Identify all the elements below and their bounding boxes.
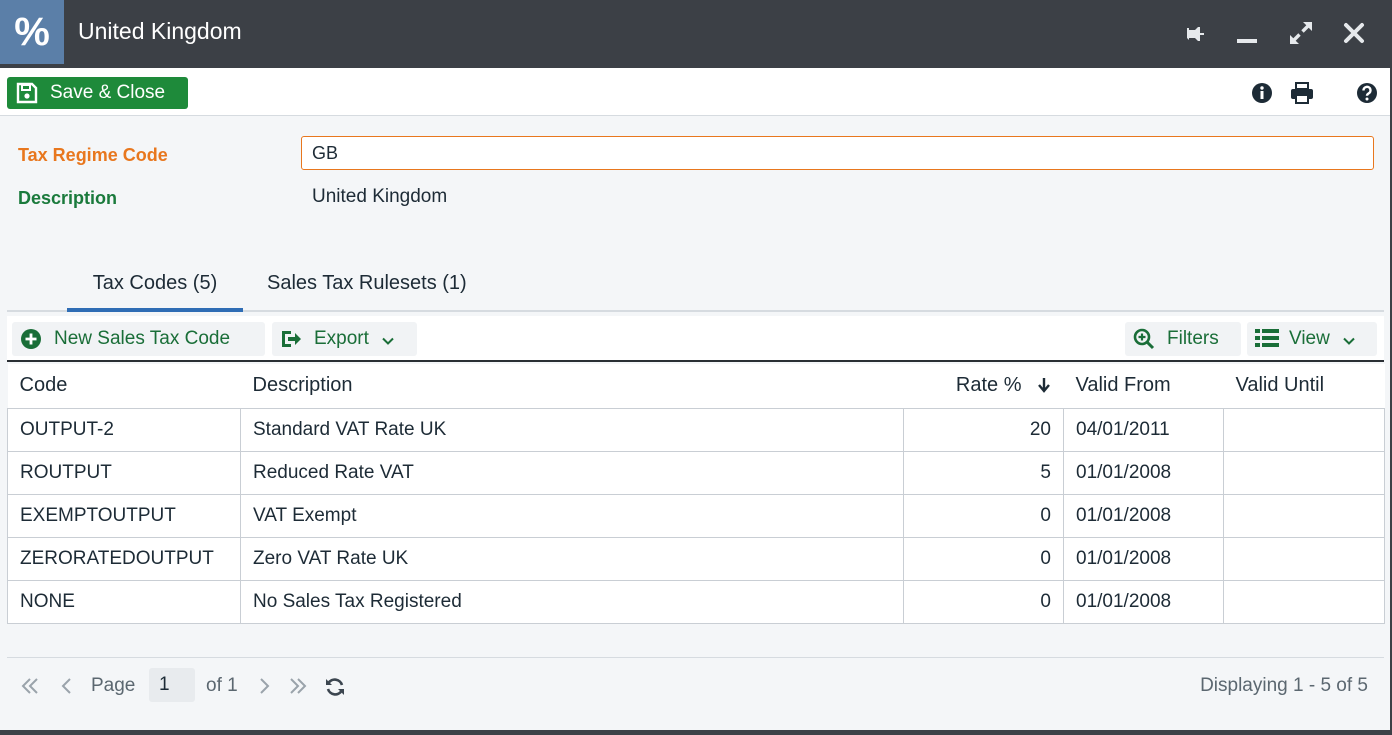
close-icon[interactable]	[1337, 16, 1371, 50]
cell-code: OUTPUT-2	[7, 407, 241, 452]
export-button[interactable]: Export	[272, 322, 417, 356]
table-row[interactable]: ROUTPUT Reduced Rate VAT 5 01/01/2008	[7, 450, 1385, 495]
dialog-body: Save & Close Tax Regime Code GB Descript…	[0, 68, 1390, 730]
cell-rate: 5	[903, 450, 1064, 495]
description-label: Description	[18, 188, 118, 208]
minimize-icon[interactable]	[1230, 16, 1264, 50]
table-row[interactable]: ZERORATEDOUTPUT Zero VAT Rate UK 0 01/01…	[7, 536, 1385, 581]
page-number-input[interactable]: 1	[149, 668, 195, 702]
cell-valid-until	[1223, 450, 1385, 495]
table-row[interactable]: EXEMPTOUTPUT VAT Exempt 0 01/01/2008	[7, 493, 1385, 538]
print-icon[interactable]	[1287, 78, 1317, 108]
cell-valid-from: 01/01/2008	[1063, 450, 1224, 495]
previous-page-icon[interactable]	[57, 676, 77, 696]
column-header-valid-from[interactable]: Valid From	[1063, 364, 1224, 409]
cell-code: EXEMPTOUTPUT	[7, 493, 241, 538]
cell-valid-until	[1223, 493, 1385, 538]
page-count-label: of 1	[206, 675, 238, 696]
cell-code: ROUTPUT	[7, 450, 241, 495]
save-icon	[16, 82, 38, 104]
title-bar: % United Kingdom	[0, 0, 1392, 68]
new-sales-tax-code-label: New Sales Tax Code	[54, 328, 231, 349]
window-title: United Kingdom	[78, 18, 242, 44]
cell-code: NONE	[7, 579, 241, 624]
cell-valid-from: 04/01/2011	[1063, 407, 1224, 452]
filters-button[interactable]: Filters	[1125, 322, 1241, 356]
pagination-bar: Page 1 of 1 Displaying 1 - 5 of 5	[7, 657, 1384, 712]
percent-icon: %	[0, 0, 64, 64]
view-label: View	[1289, 328, 1330, 349]
refresh-icon[interactable]	[324, 676, 344, 696]
cell-rate: 20	[903, 407, 1064, 452]
next-page-icon[interactable]	[254, 676, 274, 696]
export-label: Export	[314, 328, 369, 349]
column-header-code[interactable]: Code	[7, 364, 241, 409]
top-toolbar: Save & Close	[0, 68, 1390, 116]
cell-description: VAT Exempt	[240, 493, 904, 538]
page-label: Page	[91, 675, 136, 696]
tax-regime-code-label: Tax Regime Code	[18, 145, 168, 165]
grid-toolbar: New Sales Tax Code Export Filters View	[7, 316, 1384, 362]
help-icon[interactable]	[1352, 78, 1382, 108]
save-close-label: Save & Close	[50, 82, 166, 103]
cell-valid-from: 01/01/2008	[1063, 536, 1224, 581]
table-row[interactable]: NONE No Sales Tax Registered 0 01/01/200…	[7, 579, 1385, 624]
new-sales-tax-code-button[interactable]: New Sales Tax Code	[12, 322, 265, 356]
view-button[interactable]: View	[1247, 322, 1377, 356]
cell-description: Standard VAT Rate UK	[240, 407, 904, 452]
maximize-icon[interactable]	[1284, 16, 1318, 50]
tab-sales-tax-rulesets[interactable]: Sales Tax Rulesets (1)	[267, 272, 467, 295]
cell-valid-until	[1223, 536, 1385, 581]
cell-description: Reduced Rate VAT	[240, 450, 904, 495]
tab-tax-codes[interactable]: Tax Codes (5)	[67, 272, 243, 312]
table-header-row: Code Description Rate % Valid From Valid…	[7, 364, 1385, 409]
table-row[interactable]: OUTPUT-2 Standard VAT Rate UK 20 04/01/2…	[7, 407, 1385, 452]
column-header-valid-until[interactable]: Valid Until	[1223, 364, 1385, 409]
sort-descending-icon	[1036, 376, 1052, 394]
dialog-window: % United Kingdom Save & Close Tax Regime…	[0, 0, 1392, 735]
cell-rate: 0	[903, 536, 1064, 581]
cell-valid-until	[1223, 407, 1385, 452]
tax-regime-code-input[interactable]: GB	[301, 136, 1374, 170]
filters-label: Filters	[1167, 328, 1219, 349]
export-icon	[280, 328, 302, 350]
chevron-down-icon	[381, 332, 395, 346]
pin-icon[interactable]	[1177, 16, 1211, 50]
cell-description: Zero VAT Rate UK	[240, 536, 904, 581]
plus-circle-icon	[20, 328, 42, 350]
cell-valid-from: 01/01/2008	[1063, 493, 1224, 538]
cell-code: ZERORATEDOUTPUT	[7, 536, 241, 581]
description-value: United Kingdom	[312, 186, 448, 207]
column-header-description[interactable]: Description	[240, 364, 904, 409]
chevron-down-icon	[1342, 332, 1356, 346]
save-close-button[interactable]: Save & Close	[7, 77, 188, 109]
last-page-icon[interactable]	[288, 676, 308, 696]
cell-rate: 0	[903, 579, 1064, 624]
cell-valid-from: 01/01/2008	[1063, 579, 1224, 624]
tax-codes-table: Code Description Rate % Valid From Valid…	[7, 364, 1385, 624]
displaying-count: Displaying 1 - 5 of 5	[1200, 675, 1368, 696]
first-page-icon[interactable]	[20, 676, 40, 696]
column-header-rate[interactable]: Rate %	[903, 364, 1064, 409]
tab-strip: Tax Codes (5) Sales Tax Rulesets (1)	[7, 260, 1384, 312]
tax-codes-grid: Code Description Rate % Valid From Valid…	[7, 364, 1385, 624]
search-plus-icon	[1133, 328, 1155, 350]
cell-rate: 0	[903, 493, 1064, 538]
info-icon[interactable]	[1247, 78, 1277, 108]
cell-valid-until	[1223, 579, 1385, 624]
cell-description: No Sales Tax Registered	[240, 579, 904, 624]
list-icon	[1255, 328, 1279, 350]
